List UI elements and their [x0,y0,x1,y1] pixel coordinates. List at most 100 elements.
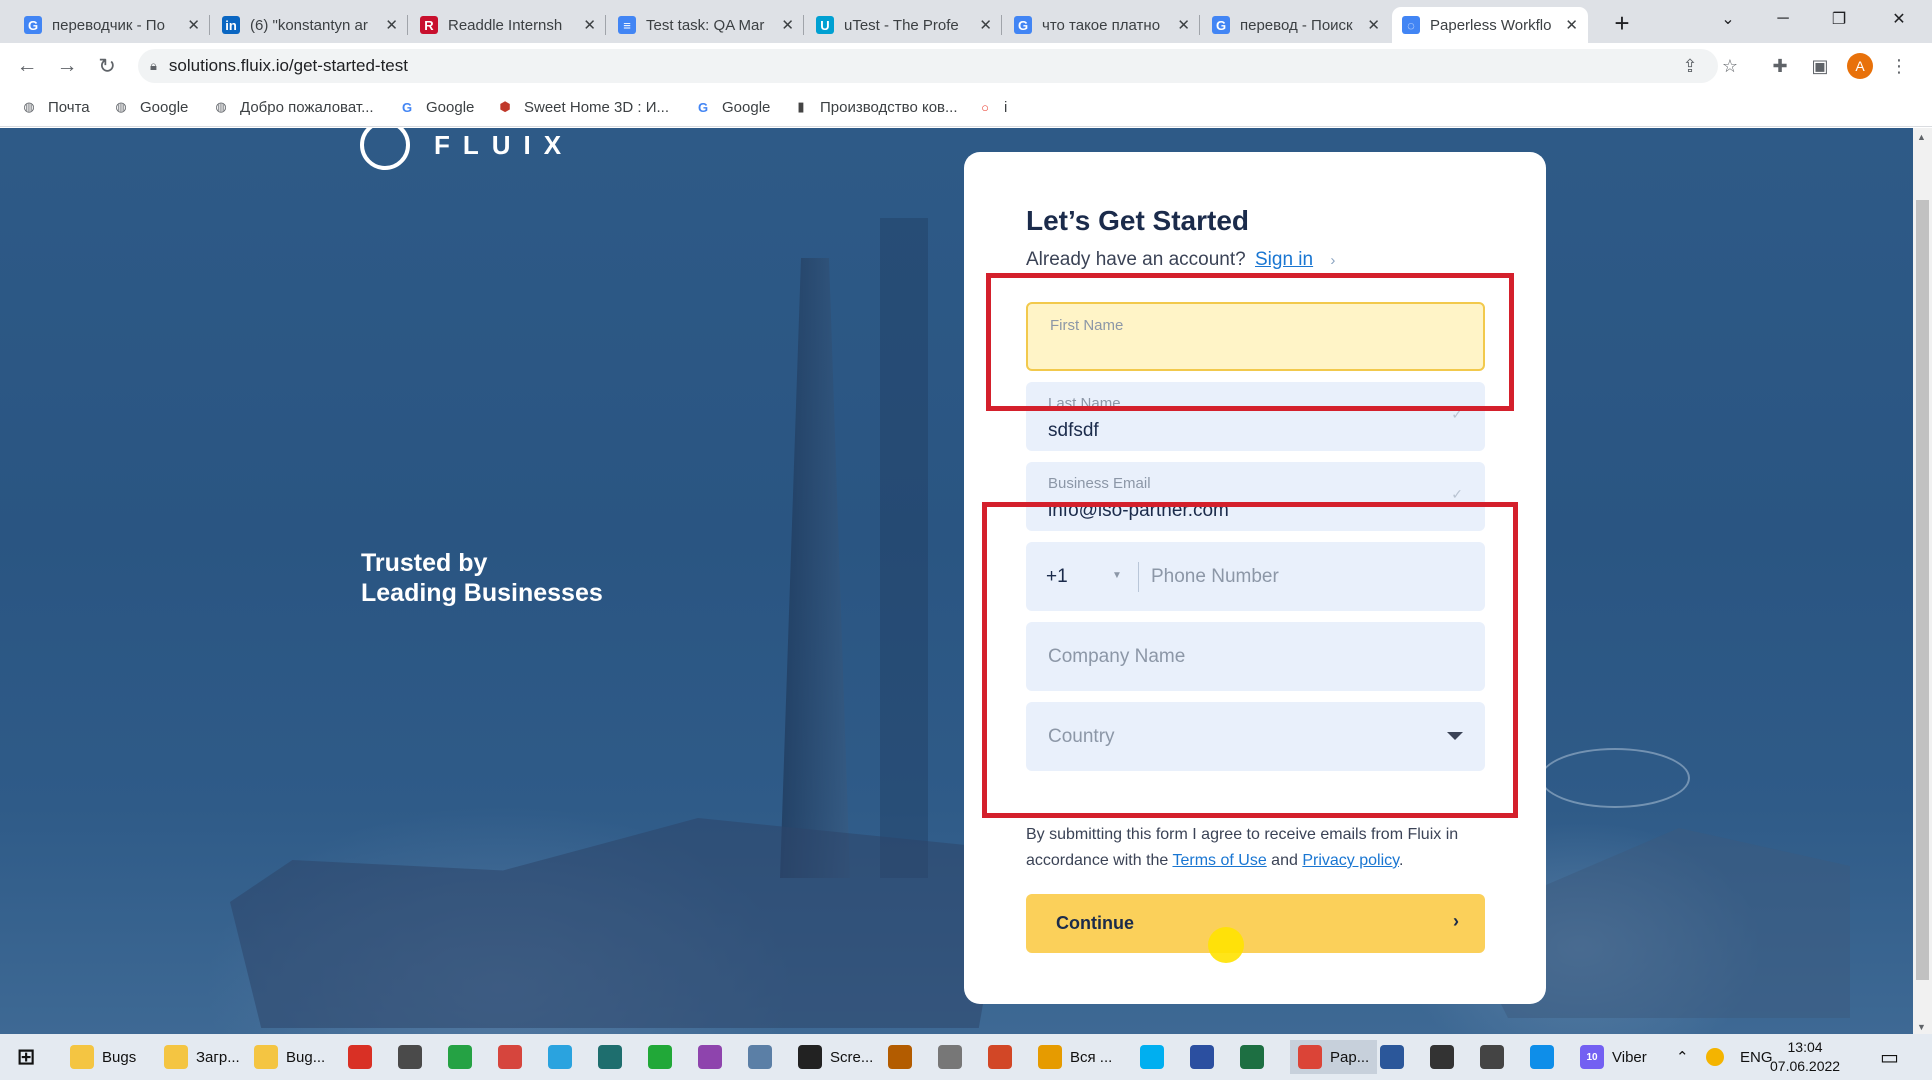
tray-expand-icon[interactable]: ⌃ [1676,1040,1689,1074]
taskbar-item[interactable] [888,1040,920,1074]
taskbar-item[interactable] [988,1040,1020,1074]
fluix-logo-icon [360,128,410,170]
tray-weather-icon[interactable] [1706,1040,1732,1074]
close-tab-icon[interactable]: ✕ [1177,16,1190,34]
notifications-icon[interactable]: ▭ [1880,1040,1899,1074]
fluix-logo[interactable]: FLUIX [360,128,574,170]
taskbar-item[interactable] [1240,1040,1272,1074]
start-button[interactable]: ⊞ [14,1040,46,1074]
taskbar-item[interactable] [1530,1040,1562,1074]
privacy-policy-link[interactable]: Privacy policy [1302,852,1399,869]
side-panel-icon[interactable]: ▣ [1807,53,1833,79]
tab-separator [605,15,606,35]
taskbar-item[interactable] [1480,1040,1512,1074]
close-tab-icon[interactable]: ✕ [187,16,200,34]
readdle-icon: R [420,16,438,34]
app-icon [938,1045,962,1069]
tab[interactable]: Gпереводчик - По ✕ [14,7,210,43]
address-bar[interactable]: 🔒︎ solutions.fluix.io/get-started-test [138,49,1718,83]
taskbar-item[interactable] [348,1040,380,1074]
page-scrollbar[interactable]: ▲ ▼ [1913,128,1932,1034]
close-tab-icon[interactable]: ✕ [1367,16,1380,34]
taskbar-item[interactable] [548,1040,580,1074]
page-viewport: FLUIX Trusted by Leading Businesses Let’… [0,128,1913,1034]
taskbar-item[interactable] [1380,1040,1412,1074]
sun-icon [1706,1048,1724,1066]
taskbar-item[interactable]: Загр... [164,1040,240,1074]
language-indicator[interactable]: ENG [1740,1040,1773,1074]
bookmarks-bar: ◍ Почта ◍ Google ◍ Добро пожаловат... G Google ⬢… [0,88,1932,127]
taskbar-item[interactable] [1140,1040,1172,1074]
tab[interactable]: in (6) "konstantyn ar ✕ [212,7,408,43]
taskbar-item[interactable] [1190,1040,1222,1074]
close-tab-icon[interactable]: ✕ [1565,16,1578,34]
taskbar-item[interactable]: Pap... [1290,1040,1378,1074]
menu-icon[interactable]: ⋮ [1886,53,1912,79]
bookmark-star-icon[interactable]: ☆ [1717,53,1743,79]
taskbar-item[interactable] [598,1040,630,1074]
close-tab-icon[interactable]: ✕ [583,16,596,34]
tab[interactable]: UuTest - The Profe ✕ [806,7,1002,43]
close-tab-icon[interactable]: ✕ [385,16,398,34]
restore-button[interactable]: ❐ [1816,0,1862,38]
taskbar-item[interactable] [748,1040,780,1074]
tab[interactable]: Gчто такое платно ✕ [1004,7,1200,43]
scroll-up-icon[interactable]: ▲ [1917,132,1926,142]
taskbar-item[interactable] [1430,1040,1462,1074]
tab-search-icon[interactable]: ⌄ [1705,0,1751,38]
taskbar-item[interactable]: 10 Viber [1580,1040,1647,1074]
taskbar-label: Bug... [286,1048,326,1066]
helipad [1540,748,1690,808]
last-name-value: sdfsdf [1048,420,1099,441]
close-tab-icon[interactable]: ✕ [979,16,992,34]
taskbar-item[interactable] [498,1040,530,1074]
taskbar-item[interactable]: Scre... [798,1040,873,1074]
taskbar-item[interactable] [398,1040,430,1074]
taskbar-item[interactable]: Bug... [254,1040,325,1074]
forward-icon[interactable]: → [52,51,82,81]
new-tab-button[interactable]: + [1602,3,1642,43]
taskbar-item[interactable]: Вся ... [1038,1040,1112,1074]
taskbar-item[interactable]: Bugs [70,1040,136,1074]
pdf-icon [348,1045,372,1069]
tab[interactable]: R Readdle Internsh ✕ [410,7,606,43]
system-clock[interactable]: 13:04 07.06.2022 [1770,1038,1840,1076]
bookmark-item[interactable]: ▮ Производство ков... [792,96,957,118]
bookmark-item[interactable]: G Google [694,96,770,118]
linkedin-icon: in [222,16,240,34]
form-title: Let’s Get Started [1026,205,1250,236]
scroll-down-icon[interactable]: ▼ [1917,1022,1926,1032]
tab[interactable]: ◌ Paperless Workflo ✕ [1392,7,1588,43]
clock-date: 07.06.2022 [1770,1058,1841,1074]
sign-in-link[interactable]: Sign in [1255,249,1313,270]
app-icon [698,1045,722,1069]
bookmark-item[interactable]: G Google [398,96,474,118]
close-window-button[interactable]: ✕ [1876,0,1922,38]
bookmark-item[interactable]: ⬢ Sweet Home 3D : И... [496,96,669,118]
back-icon[interactable]: ← [12,51,42,81]
bookmark-item[interactable]: ○ i [976,96,1007,118]
google-icon: G [697,99,709,115]
scrollbar-thumb[interactable] [1916,200,1929,980]
profile-avatar[interactable]: A [1847,53,1873,79]
tab[interactable]: Gперевод - Поиск ✕ [1202,7,1390,43]
tab[interactable]: ≡ Test task: QA Mar ✕ [608,7,804,43]
minimize-button[interactable]: ─ [1760,0,1806,38]
close-tab-icon[interactable]: ✕ [781,16,794,34]
taskbar-item[interactable] [698,1040,730,1074]
bookmark-label: Google [140,98,189,116]
continue-label: Continue [1056,913,1134,933]
bookmark-item[interactable]: ◍ Google [112,96,188,118]
app-icon [498,1045,522,1069]
taskbar-item[interactable] [648,1040,680,1074]
bookmark-item[interactable]: ◍ Добро пожаловат... [212,96,373,118]
taskbar-item[interactable] [448,1040,480,1074]
reload-icon[interactable]: ↻ [92,51,122,81]
app-icon [448,1045,472,1069]
continue-button[interactable]: Continue › [1026,894,1485,953]
share-icon[interactable]: ⇪ [1677,53,1703,79]
extensions-icon[interactable]: ✚ [1767,53,1793,79]
bookmark-item[interactable]: ◍ Почта [20,96,89,118]
taskbar-item[interactable] [938,1040,970,1074]
terms-of-use-link[interactable]: Terms of Use [1172,852,1266,869]
